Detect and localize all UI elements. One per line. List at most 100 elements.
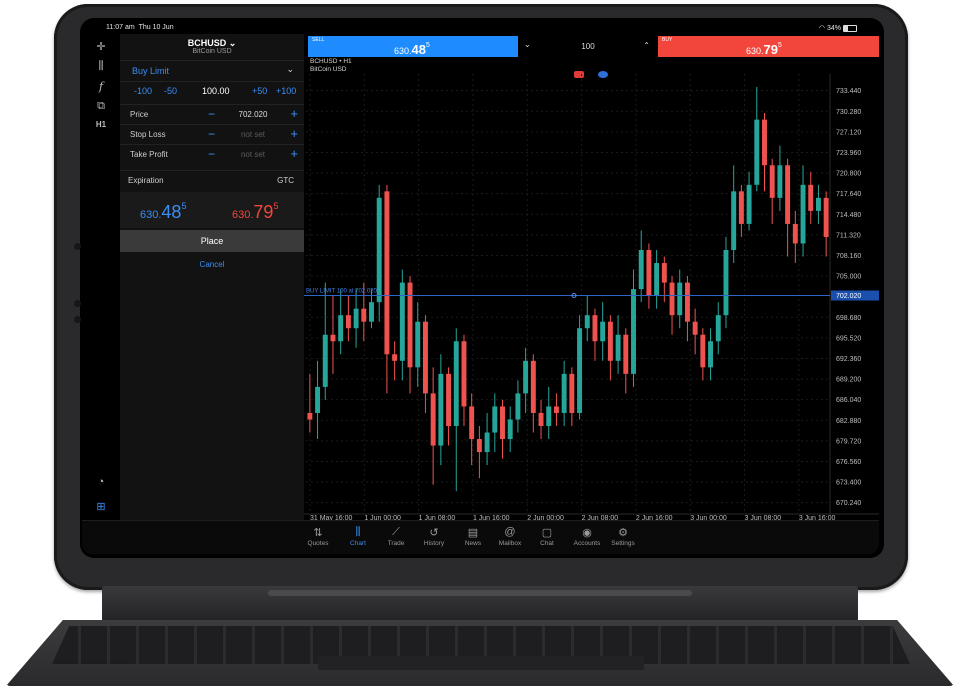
tab-chart[interactable]: ⫼ Chart <box>338 526 378 547</box>
sensor-dot <box>74 316 81 323</box>
chevron-down-icon: ⌄ <box>228 38 237 48</box>
expiration-label: Expiration <box>128 176 164 185</box>
candle-body <box>677 282 683 316</box>
tab-label: Chat <box>540 540 554 547</box>
candle-body <box>684 282 690 322</box>
volume-field[interactable]: 100.00 <box>202 86 230 96</box>
speed-icon[interactable]: ◔ <box>92 476 110 488</box>
candle-body <box>746 184 752 224</box>
news-icon: ▤ <box>467 527 479 539</box>
candle-body <box>507 419 513 440</box>
candle-body <box>654 263 660 296</box>
price-quotes: 630.485 630.795 <box>120 192 304 228</box>
candle-body <box>708 341 714 368</box>
candle-body <box>692 321 698 335</box>
indicators-icon[interactable]: ⫼ <box>92 60 110 73</box>
price-field[interactable]: 702.020 <box>228 110 278 119</box>
candle-body <box>330 334 336 342</box>
price-plus-button[interactable]: + <box>290 106 298 121</box>
candle-body <box>661 263 667 283</box>
y-tick-label: 705.000 <box>836 274 861 281</box>
candle-body <box>338 315 344 342</box>
candle-body <box>353 308 359 329</box>
y-tick-label: 686.040 <box>836 397 861 404</box>
y-tick-label: 689.200 <box>836 377 861 384</box>
candle-body <box>530 360 536 413</box>
status-time: 11:07 am Thu 10 Jun <box>106 24 174 31</box>
history-icon: ↺ <box>429 527 439 539</box>
y-tick-label: 720.800 <box>836 171 861 178</box>
stop-loss-label: Stop Loss <box>130 130 166 139</box>
candle-body <box>731 191 737 250</box>
candle-body <box>669 282 675 316</box>
stop-loss-plus-button[interactable]: + <box>290 126 298 141</box>
accounts-icon: ◉ <box>582 527 592 539</box>
battery-icon <box>843 24 857 32</box>
candle-body <box>577 328 583 413</box>
cancel-button[interactable]: Cancel <box>120 256 304 274</box>
candle-body <box>345 315 351 329</box>
y-tick-label: 717.640 <box>836 191 861 198</box>
y-tick-label: 692.360 <box>836 356 861 363</box>
tab-label: Trade <box>387 540 405 547</box>
take-profit-row: Take Profit − not set + <box>120 144 304 165</box>
tab-label: News <box>464 540 482 547</box>
y-tick-label: 679.720 <box>836 438 861 445</box>
qty-plus-50-button[interactable]: +50 <box>252 86 267 96</box>
ask-price: 630.795 <box>232 201 278 223</box>
battery-text: 34% <box>826 25 841 32</box>
tab-trade[interactable]: ⟋ Trade <box>376 526 416 547</box>
objects-icon[interactable]: ⧉ <box>92 100 110 113</box>
candle-body <box>461 341 467 407</box>
chart-area[interactable]: SELL 630.485 ⌄ 100 ⌃ BUY 630.795 BCHUSD … <box>304 34 879 520</box>
tab-chat[interactable]: ▢ Chat <box>527 526 567 547</box>
take-profit-field[interactable]: not set <box>228 150 278 159</box>
order-price-label: 702.020 <box>836 293 861 300</box>
tab-accounts[interactable]: ◉ Accounts <box>567 526 607 547</box>
app-screen: 11:07 am Thu 10 Jun ◠ 34% ✛ ⫼ f ⧉ H1 ◔ ⊞… <box>82 20 879 554</box>
qty-minus-100-button[interactable]: -100 <box>134 86 152 96</box>
place-button[interactable]: Place <box>120 230 304 252</box>
candle-body <box>422 321 428 394</box>
function-icon[interactable]: f <box>92 80 110 93</box>
trackpad <box>318 656 644 670</box>
take-profit-minus-button[interactable]: − <box>208 147 215 161</box>
tab-history[interactable]: ↺ History <box>414 526 454 547</box>
candle-body <box>307 412 313 420</box>
order-type-value: Buy Limit <box>132 66 170 76</box>
qty-plus-100-button[interactable]: +100 <box>276 86 296 96</box>
stop-loss-minus-button[interactable]: − <box>208 127 215 141</box>
y-tick-label: 670.240 <box>836 500 861 507</box>
tab-quotes[interactable]: ⇅ Quotes <box>298 526 338 547</box>
candle-body <box>523 360 529 394</box>
stop-loss-row: Stop Loss − not set + <box>120 124 304 145</box>
take-profit-plus-button[interactable]: + <box>290 146 298 161</box>
symbol-name: BCHUSD <box>187 38 227 48</box>
candle-body <box>777 165 783 198</box>
symbol-description: BitCoin USD <box>192 48 232 55</box>
y-tick-label: 698.680 <box>836 315 861 322</box>
take-profit-label: Take Profit <box>130 150 168 159</box>
timeframe-button[interactable]: H1 <box>92 120 110 129</box>
qty-minus-50-button[interactable]: -50 <box>164 86 177 96</box>
candle-body <box>600 321 606 342</box>
order-type-select[interactable]: Buy Limit ⌄ <box>120 60 304 82</box>
price-minus-button[interactable]: − <box>208 107 215 121</box>
tab-mailbox[interactable]: @ Mailbox <box>490 526 530 547</box>
status-bar: 11:07 am Thu 10 Jun ◠ 34% <box>82 20 879 34</box>
new-order-icon[interactable]: ⊞ <box>92 500 110 513</box>
tab-news[interactable]: ▤ News <box>453 526 493 547</box>
expiration-value: GTC <box>277 176 294 185</box>
y-tick-label: 695.520 <box>836 335 861 342</box>
price-row: Price − 702.020 + <box>120 104 304 125</box>
ask-price-int: 630. <box>232 209 254 221</box>
tab-label: Quotes <box>307 540 329 547</box>
tab-settings[interactable]: ⚙ Settings <box>603 526 643 547</box>
crosshair-icon[interactable]: ✛ <box>92 40 110 53</box>
candle-body <box>453 341 459 426</box>
stop-loss-field[interactable]: not set <box>228 130 278 139</box>
candle-body <box>623 334 629 374</box>
candle-body <box>315 386 321 413</box>
y-tick-label: 682.880 <box>836 418 861 425</box>
expiration-row[interactable]: Expiration GTC <box>120 170 304 191</box>
